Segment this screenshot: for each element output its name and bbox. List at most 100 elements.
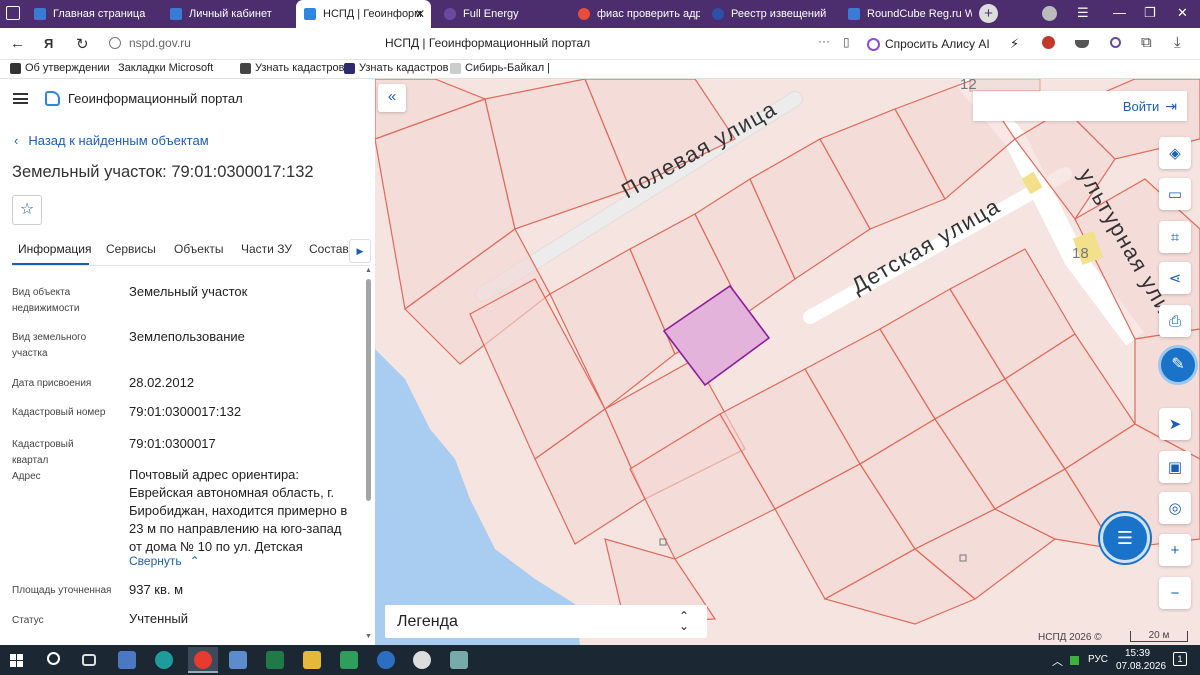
- back-to-results-link[interactable]: ‹ Назад к найденным объектам: [14, 133, 209, 148]
- notifications-icon[interactable]: 1: [1173, 652, 1187, 666]
- select-area-button[interactable]: ⌗: [1159, 221, 1191, 253]
- tab-nspd[interactable]: НСПД | Геоинформ ✕: [296, 0, 431, 28]
- tab-cabinet[interactable]: Личный кабинет: [162, 0, 292, 28]
- print-icon: ⎙: [1168, 312, 1181, 330]
- map-copyright: НСПД 2026 ©: [1038, 632, 1102, 643]
- close-window-icon[interactable]: ✕: [1177, 5, 1188, 21]
- windows-start-icon[interactable]: [10, 654, 23, 667]
- restore-icon[interactable]: ❐: [1144, 5, 1156, 21]
- extensions-icon[interactable]: ⧉: [1141, 34, 1152, 51]
- extension-icon-3[interactable]: [1075, 40, 1089, 48]
- layers-icon: ◈: [1169, 145, 1181, 162]
- scroll-up-icon[interactable]: ▲: [365, 267, 372, 274]
- favorite-button[interactable]: ☆: [12, 195, 42, 225]
- panel-scrollbar[interactable]: [366, 279, 371, 501]
- zoom-out-button[interactable]: −: [1159, 577, 1191, 609]
- app-icon[interactable]: [118, 651, 136, 669]
- new-tab-button[interactable]: +: [979, 4, 998, 23]
- layers-button[interactable]: ◈: [1159, 137, 1191, 169]
- extension-icon-1[interactable]: ⚡: [1010, 36, 1019, 52]
- print-button[interactable]: ⎙: [1159, 305, 1191, 337]
- tab-roundcube[interactable]: RoundCube Reg.ru We: [840, 0, 972, 28]
- back-icon[interactable]: ←: [10, 35, 25, 52]
- zoom-in-button[interactable]: +: [1159, 534, 1191, 566]
- registry-icon: [712, 8, 724, 20]
- tab-overview-icon[interactable]: [6, 6, 20, 20]
- draw-tool-button[interactable]: ✎: [1158, 345, 1198, 385]
- bookmark-icon[interactable]: ▯: [843, 35, 850, 49]
- app-icon[interactable]: [377, 651, 395, 669]
- tabs-scroll-right-button[interactable]: ▶: [349, 239, 371, 263]
- menu-icon[interactable]: ☰: [1077, 5, 1089, 21]
- yandex-logo-icon[interactable]: Я: [44, 36, 53, 51]
- more-icon[interactable]: ···: [818, 34, 830, 48]
- prop-label-area: Площадь уточненная: [12, 585, 112, 596]
- tab-composition[interactable]: Состав: [309, 242, 349, 256]
- tab-full-energy[interactable]: Full Energy: [436, 0, 566, 28]
- chat-button[interactable]: ☰: [1100, 513, 1150, 563]
- tab-home[interactable]: Главная страница: [26, 0, 156, 28]
- tray-expand-icon[interactable]: ︿: [1052, 653, 1063, 669]
- reload-icon[interactable]: ↻: [76, 35, 89, 53]
- clock-time[interactable]: 15:39: [1125, 648, 1150, 659]
- locate-button[interactable]: ➤: [1159, 408, 1191, 440]
- tab-information[interactable]: Информация: [18, 242, 91, 256]
- chevron-right-icon: ▶: [356, 246, 364, 256]
- bookmark-item[interactable]: Узнать кадастров: [344, 62, 449, 74]
- minimap-icon: ▣: [1167, 459, 1183, 476]
- browser-tab-bar: Главная страница Личный кабинет НСПД | Г…: [0, 0, 1200, 28]
- building-3: [969, 79, 1041, 92]
- expand-legend-icon[interactable]: ⌃ ⌄: [679, 610, 689, 632]
- close-tab-icon[interactable]: ✕: [415, 7, 425, 21]
- cadastral-map[interactable]: Полевая улица Детская улица ультурная ул…: [375, 79, 1200, 645]
- yandex-browser-icon[interactable]: [188, 647, 218, 673]
- collapse-panel-button[interactable]: «: [378, 84, 406, 112]
- tab-fias[interactable]: фиас проверить адре: [570, 0, 700, 28]
- download-icon[interactable]: ⤓: [1174, 34, 1181, 51]
- app-icon[interactable]: [340, 651, 358, 669]
- scroll-down-icon[interactable]: ▼: [365, 633, 372, 640]
- app-icon[interactable]: [450, 651, 468, 669]
- clock-date[interactable]: 07.08.2026: [1116, 661, 1166, 672]
- task-view-icon[interactable]: [82, 654, 96, 666]
- login-button[interactable]: Войти ⇥: [973, 91, 1187, 121]
- tab-objects[interactable]: Объекты: [174, 242, 224, 256]
- tab-parts[interactable]: Части ЗУ: [241, 242, 292, 256]
- extension-icon-2[interactable]: [1042, 36, 1055, 49]
- hamburger-menu-icon[interactable]: [13, 93, 28, 104]
- app-icon[interactable]: [229, 651, 247, 669]
- extension-icon-4[interactable]: [1110, 37, 1121, 48]
- app-icon[interactable]: [413, 651, 431, 669]
- map-canvas[interactable]: Полевая улица Детская улица ультурная ул…: [375, 79, 1200, 645]
- page-title-text: НСПД | Геоинформационный портал: [385, 36, 591, 50]
- tab-services[interactable]: Сервисы: [106, 242, 156, 256]
- chevron-left-icon: ‹: [14, 133, 19, 148]
- battery-icon[interactable]: [1070, 656, 1079, 665]
- measure-button[interactable]: ▭: [1159, 178, 1191, 210]
- bookmark-item[interactable]: Узнать кадастров: [240, 62, 345, 74]
- url-field[interactable]: nspd.gov.ru НСПД | Геоинформационный пор…: [105, 34, 860, 54]
- legend-panel[interactable]: Легенда ⌃ ⌄: [385, 605, 707, 638]
- excel-icon[interactable]: [266, 651, 284, 669]
- nspd-icon: [304, 8, 316, 20]
- profile-icon[interactable]: [1042, 6, 1057, 21]
- minimize-icon[interactable]: —: [1113, 5, 1126, 20]
- bookmark-folder[interactable]: Закладки Microsoft: [118, 62, 213, 74]
- language-indicator[interactable]: РУС: [1088, 654, 1108, 665]
- plus-icon: +: [1170, 541, 1180, 559]
- file-explorer-icon[interactable]: [303, 651, 321, 669]
- ask-alice-button[interactable]: Спросить Алису AI: [867, 33, 995, 55]
- collapse-link[interactable]: Свернуть ⌃: [129, 554, 200, 568]
- site-info-icon[interactable]: [109, 37, 121, 49]
- alice-icon: [867, 37, 880, 51]
- tab-registry[interactable]: Реестр извещений: [704, 0, 834, 28]
- minimap-button[interactable]: ▣: [1159, 451, 1191, 483]
- search-icon[interactable]: [47, 652, 60, 665]
- geo-search-button[interactable]: ◎: [1159, 492, 1191, 524]
- home-page-icon: [34, 8, 46, 20]
- bookmark-item[interactable]: Сибирь-Байкал |: [450, 62, 550, 74]
- edge-icon[interactable]: [155, 651, 173, 669]
- login-icon: ⇥: [1165, 97, 1177, 114]
- bookmark-item[interactable]: Об утверждении: [10, 62, 110, 74]
- share-button[interactable]: ⋖: [1159, 262, 1191, 294]
